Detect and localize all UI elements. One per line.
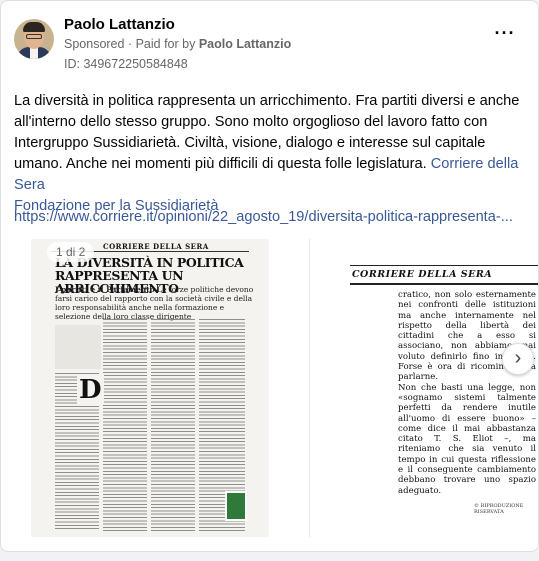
carousel-slide-2[interactable]: CORRIERE DELLA SERA cratico, non solo es…: [309, 239, 538, 537]
post-header: Paolo Lattanzio Sponsored · Paid for by …: [14, 11, 526, 71]
image-carousel: CORRIERE DELLA SERA LA DIVERSITÀ IN POLI…: [1, 239, 538, 539]
carousel-slide-1[interactable]: CORRIERE DELLA SERA LA DIVERSITÀ IN POLI…: [31, 239, 269, 537]
paid-for-label: Paid for by: [135, 37, 196, 51]
chevron-right-icon[interactable]: ›: [502, 343, 534, 375]
text-column-3: [151, 319, 195, 531]
paid-by-name: Paolo Lattanzio: [198, 37, 292, 51]
ad-id: ID: 349672250584848: [64, 57, 188, 71]
masthead-bottom-rule: [350, 283, 538, 285]
article-excerpt: cratico, non solo esternamente nei confr…: [398, 290, 536, 496]
sponsored-label[interactable]: Sponsored: [64, 37, 124, 51]
sponsored-meta: Sponsored · Paid for by Paolo Lattanzio: [64, 37, 291, 51]
post-text: La diversità in politica rappresenta un …: [14, 91, 526, 217]
qr-code-icon: [225, 491, 247, 521]
text-column-2: [103, 319, 147, 531]
masthead-top-rule: [350, 265, 538, 266]
subhead-label: I partiti e il Parlamento: [55, 285, 155, 294]
article-link[interactable]: https://www.corriere.it/opinioni/22_agos…: [14, 209, 513, 225]
newspaper-masthead: CORRIERE DELLA SERA: [103, 242, 209, 251]
meta-separator: ·: [127, 37, 136, 51]
newspaper-subhead: I partiti e il Parlamento Le forze polit…: [55, 285, 255, 321]
copyright-notice: © RIPRODUZIONE RISERVATA: [474, 503, 524, 515]
sponsored-post-card: Paolo Lattanzio Sponsored · Paid for by …: [0, 0, 539, 552]
author-avatar[interactable]: [14, 19, 54, 59]
newspaper-masthead-2: CORRIERE DELLA SERA: [352, 269, 493, 280]
intro-box: [55, 325, 101, 369]
slide-counter: 1 di 2: [47, 242, 95, 262]
more-options-icon[interactable]: ···: [490, 23, 520, 47]
drop-cap: D: [77, 375, 104, 405]
author-name[interactable]: Paolo Lattanzio: [64, 16, 175, 33]
